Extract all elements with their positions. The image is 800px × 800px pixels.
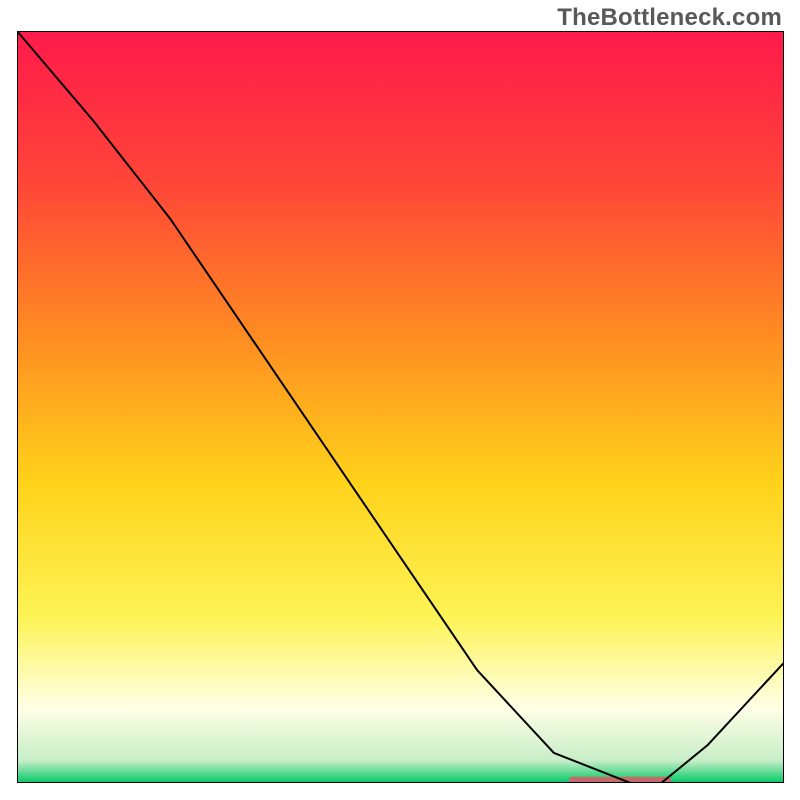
gradient-background (17, 31, 784, 783)
watermark-text: TheBottleneck.com (557, 4, 782, 32)
chart-plot-area (17, 31, 784, 783)
chart-svg (17, 31, 784, 783)
chart-stage: TheBottleneck.com (0, 0, 800, 800)
